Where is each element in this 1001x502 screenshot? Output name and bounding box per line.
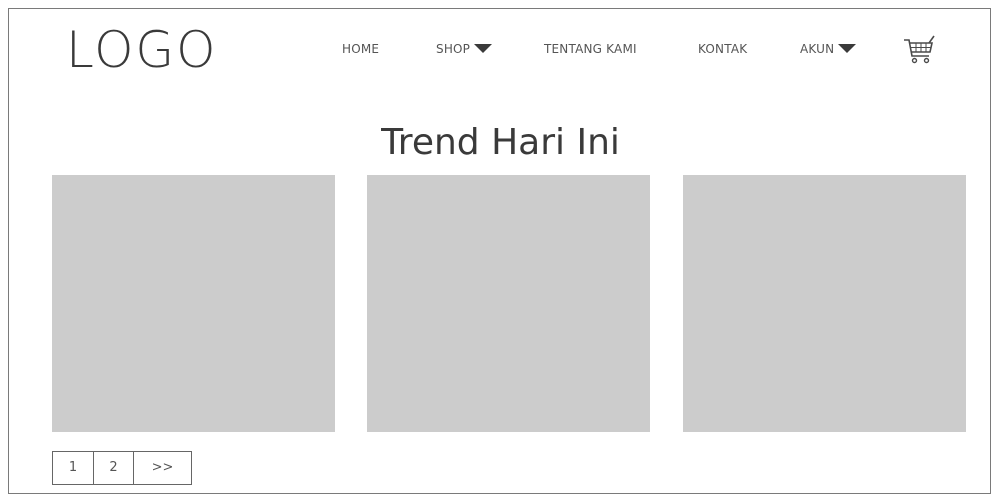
chevron-down-icon — [474, 44, 493, 53]
page-1-button[interactable]: 1 — [53, 452, 93, 484]
nav-tentang-kami-label: TENTANG KAMI — [544, 42, 637, 56]
nav-kontak-label: KONTAK — [698, 42, 748, 56]
cart-icon-graphic — [904, 35, 935, 64]
nav-shop-label: SHOP — [436, 42, 471, 56]
chevron-down-icon — [838, 44, 857, 53]
nav-tentang-kami[interactable]: TENTANG KAMI — [544, 41, 637, 57]
nav-kontak[interactable]: KONTAK — [698, 41, 747, 57]
nav-akun[interactable]: AKUN — [800, 41, 857, 57]
nav-shop[interactable]: SHOP — [436, 41, 493, 57]
pagination: 1 2 >> — [52, 451, 192, 485]
nav-home[interactable]: HOME — [342, 41, 379, 57]
section-title: Trend Hari Ini — [381, 122, 620, 163]
nav-akun-label: AKUN — [800, 42, 835, 56]
page-2-button[interactable]: 2 — [93, 452, 133, 484]
nav-home-label: HOME — [342, 42, 380, 56]
product-tile-2[interactable] — [367, 175, 650, 432]
logo[interactable]: LOGO — [66, 20, 218, 80]
cart-icon[interactable] — [902, 34, 936, 66]
next-page-button[interactable]: >> — [133, 452, 191, 484]
product-tile-3[interactable] — [683, 175, 966, 432]
product-tile-1[interactable] — [52, 175, 335, 432]
